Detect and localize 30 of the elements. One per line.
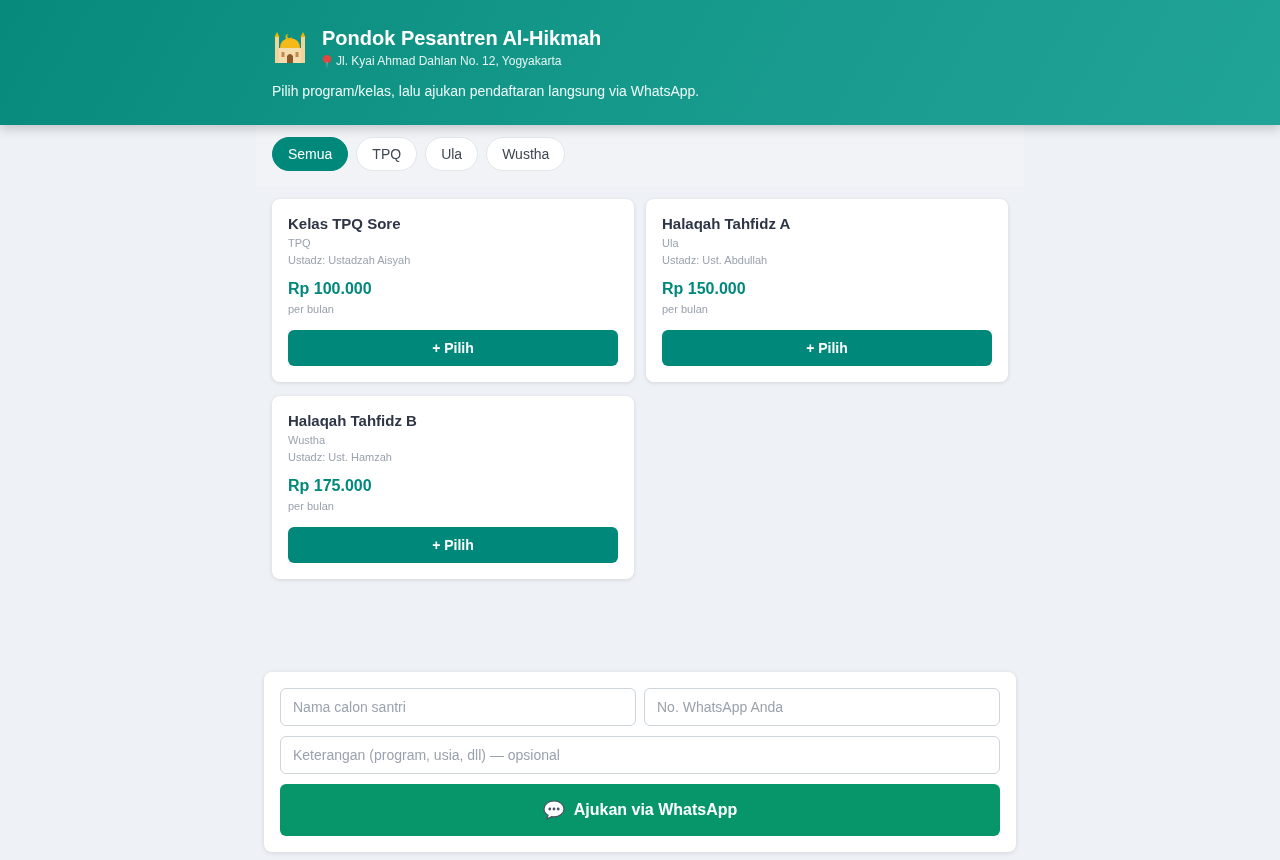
class-title: Halaqah Tahfidz B (288, 412, 418, 430)
pick-button[interactable]: + Pilih (288, 527, 618, 563)
price-period: per bulan (288, 302, 335, 317)
pick-button[interactable]: + Pilih (288, 330, 618, 366)
filter-chip[interactable]: Wustha (486, 137, 566, 171)
teacher-text: Ustadz: Ust. Hamzah (288, 450, 393, 465)
school-title: Pondok Pesantren Al-Hikmah (322, 26, 602, 50)
filter-chip[interactable]: Ula (425, 137, 479, 171)
filter-chip[interactable]: TPQ (356, 137, 418, 171)
filter-chip[interactable]: Semua (272, 137, 349, 171)
price-period: per bulan (662, 302, 709, 317)
class-category: TPQ (288, 236, 312, 251)
input-field[interactable]: Nama calon santri (280, 688, 636, 726)
speech-bubble-icon (542, 800, 565, 820)
input-field[interactable]: Keterangan (program, usia, dll) — opsional (280, 736, 1000, 774)
address-text: Jl. Kyai Ahmad Dahlan No. 12, Yogyakarta (336, 54, 562, 68)
class-title: Kelas TPQ Sore (288, 215, 402, 233)
class-price: Rp 100.000 (288, 279, 373, 299)
teacher-text: Ustadz: Ustadzah Aisyah (288, 253, 412, 268)
tagline-text: Pilih program/kelas, lalu ajukan pendaftaran langsung via WhatsApp. (272, 82, 701, 100)
pick-button[interactable]: + Pilih (662, 330, 992, 366)
teacher-text: Ustadz: Ust. Abdullah (662, 253, 769, 268)
price-period: per bulan (288, 499, 335, 514)
class-price: Rp 175.000 (288, 476, 373, 496)
whatsapp-submit-button[interactable]: Ajukan via WhatsApp (280, 784, 1000, 836)
class-price: Rp 150.000 (662, 279, 747, 299)
class-category: Wustha (288, 433, 327, 448)
class-title: Halaqah Tahfidz A (662, 215, 792, 233)
class-category: Ula (662, 236, 680, 251)
input-field[interactable]: No. WhatsApp Anda (644, 688, 1000, 726)
